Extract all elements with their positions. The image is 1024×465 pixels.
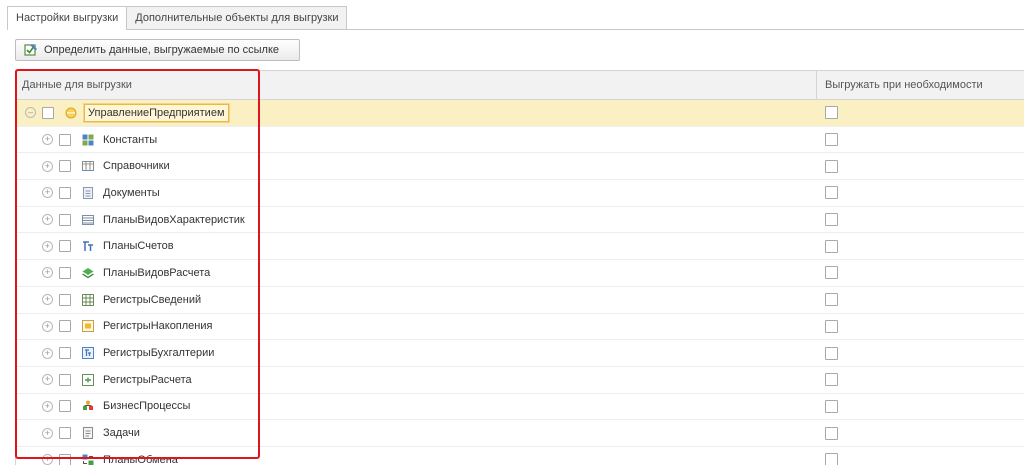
- tree-row[interactable]: + РегистрыБухгалтерии: [16, 340, 1024, 367]
- accumulation-registers-icon: [82, 320, 94, 333]
- row-label[interactable]: Константы: [103, 134, 157, 146]
- row-label[interactable]: ПланыСчетов: [103, 240, 174, 252]
- export-if-needed-checkbox[interactable]: [825, 373, 838, 387]
- expand-icon[interactable]: +: [42, 214, 53, 226]
- export-if-needed-checkbox[interactable]: [825, 159, 838, 173]
- row-checkbox[interactable]: [59, 453, 71, 465]
- tree-row[interactable]: + Константы: [16, 127, 1024, 154]
- exchange-plans-icon: [82, 454, 94, 465]
- expand-icon[interactable]: +: [42, 374, 53, 386]
- tree-row[interactable]: + ПланыВидовХарактеристик: [16, 207, 1024, 234]
- export-data-tree: Данные для выгрузки Выгружать при необхо…: [15, 70, 1024, 465]
- row-label[interactable]: Справочники: [103, 160, 170, 172]
- row-label[interactable]: РегистрыНакопления: [103, 320, 212, 332]
- row-checkbox[interactable]: [59, 320, 71, 333]
- tree-row[interactable]: + РегистрыСведений: [16, 287, 1024, 314]
- row-checkbox[interactable]: [59, 133, 71, 146]
- column-header-data[interactable]: Данные для выгрузки: [16, 79, 816, 91]
- row-checkbox[interactable]: [42, 106, 54, 119]
- tab-bar: Настройки выгрузки Дополнительные объект…: [7, 6, 348, 30]
- export-if-needed-checkbox[interactable]: [825, 293, 838, 307]
- row-label[interactable]: ПланыВидовРасчета: [103, 267, 210, 279]
- expand-icon[interactable]: +: [42, 400, 53, 412]
- expand-icon[interactable]: +: [42, 267, 53, 279]
- expand-icon[interactable]: +: [42, 347, 53, 359]
- export-if-needed-checkbox[interactable]: [825, 266, 838, 280]
- expand-icon[interactable]: +: [42, 134, 53, 146]
- tree-row[interactable]: + Справочники: [16, 153, 1024, 181]
- tree-row[interactable]: + Документы: [16, 180, 1024, 207]
- expand-icon[interactable]: +: [42, 320, 53, 332]
- table-header: Данные для выгрузки Выгружать при необхо…: [16, 71, 1024, 100]
- tree-row[interactable]: + ПланыОбмена: [16, 447, 1024, 465]
- tree-row-root[interactable]: – УправлениеПредприятием: [16, 100, 1024, 127]
- business-processes-icon: [82, 400, 94, 412]
- expand-icon[interactable]: +: [42, 427, 53, 439]
- define-referenced-data-button[interactable]: Определить данные, выгружаемые по ссылке: [15, 39, 300, 61]
- export-if-needed-checkbox[interactable]: [825, 399, 838, 413]
- accounting-registers-icon: [82, 347, 94, 360]
- export-if-needed-checkbox[interactable]: [825, 133, 838, 147]
- export-if-needed-checkbox[interactable]: [825, 426, 838, 440]
- expand-icon[interactable]: +: [42, 187, 53, 199]
- row-checkbox[interactable]: [59, 160, 71, 173]
- expand-icon[interactable]: +: [42, 240, 53, 252]
- row-checkbox[interactable]: [59, 266, 71, 279]
- row-label[interactable]: РегистрыСведений: [103, 294, 201, 306]
- information-registers-icon: [82, 293, 94, 306]
- export-if-needed-checkbox[interactable]: [825, 319, 838, 333]
- tab-divider: [7, 29, 1024, 30]
- root-label[interactable]: УправлениеПредприятием: [84, 103, 229, 122]
- expand-icon[interactable]: +: [42, 294, 53, 306]
- export-if-needed-checkbox[interactable]: [825, 186, 838, 200]
- row-label[interactable]: Документы: [103, 187, 160, 199]
- calculation-types-icon: [82, 267, 94, 279]
- chart-of-accounts-icon: [82, 240, 94, 252]
- tab-export-settings[interactable]: Настройки выгрузки: [7, 6, 128, 30]
- tree-row[interactable]: + БизнесПроцессы: [16, 394, 1024, 421]
- export-if-needed-checkbox[interactable]: [825, 453, 838, 465]
- column-header-export-if-needed[interactable]: Выгружать при необходимости: [816, 71, 1024, 99]
- expand-icon[interactable]: +: [42, 454, 53, 465]
- row-checkbox[interactable]: [59, 293, 71, 306]
- export-if-needed-checkbox[interactable]: [825, 213, 838, 227]
- export-if-needed-checkbox[interactable]: [825, 239, 838, 253]
- row-checkbox[interactable]: [59, 373, 71, 386]
- tree-row[interactable]: + ПланыСчетов: [16, 233, 1024, 261]
- characteristic-types-icon: [82, 214, 94, 226]
- row-label[interactable]: ПланыОбмена: [103, 454, 178, 465]
- constants-icon: [82, 134, 94, 146]
- row-checkbox[interactable]: [59, 240, 71, 253]
- tasks-icon: [82, 427, 94, 440]
- row-checkbox[interactable]: [59, 213, 71, 226]
- edit-check-icon: [24, 43, 38, 57]
- row-label[interactable]: БизнесПроцессы: [103, 400, 190, 412]
- export-if-needed-checkbox[interactable]: [825, 346, 838, 360]
- tree-row[interactable]: + ПланыВидовРасчета: [16, 260, 1024, 287]
- tab-additional-objects[interactable]: Дополнительные объекты для выгрузки: [126, 6, 348, 29]
- row-checkbox[interactable]: [59, 347, 71, 360]
- tree-row[interactable]: + РегистрыРасчета: [16, 367, 1024, 394]
- expand-icon[interactable]: +: [42, 160, 53, 172]
- row-label[interactable]: ПланыВидовХарактеристик: [103, 214, 245, 226]
- row-checkbox[interactable]: [59, 186, 71, 199]
- tree-row[interactable]: + Задачи: [16, 420, 1024, 447]
- tree-row[interactable]: + РегистрыНакопления: [16, 314, 1024, 341]
- row-checkbox[interactable]: [59, 427, 71, 440]
- define-referenced-data-label: Определить данные, выгружаемые по ссылке: [44, 44, 280, 56]
- row-label[interactable]: РегистрыРасчета: [103, 374, 192, 386]
- export-if-needed-checkbox[interactable]: [825, 106, 838, 120]
- row-checkbox[interactable]: [59, 400, 71, 413]
- config-icon: [65, 107, 77, 119]
- row-label[interactable]: Задачи: [103, 427, 140, 439]
- catalogs-icon: [82, 160, 94, 172]
- documents-icon: [82, 186, 94, 199]
- calculation-registers-icon: [82, 373, 94, 386]
- collapse-icon[interactable]: –: [25, 107, 36, 119]
- row-label[interactable]: РегистрыБухгалтерии: [103, 347, 214, 359]
